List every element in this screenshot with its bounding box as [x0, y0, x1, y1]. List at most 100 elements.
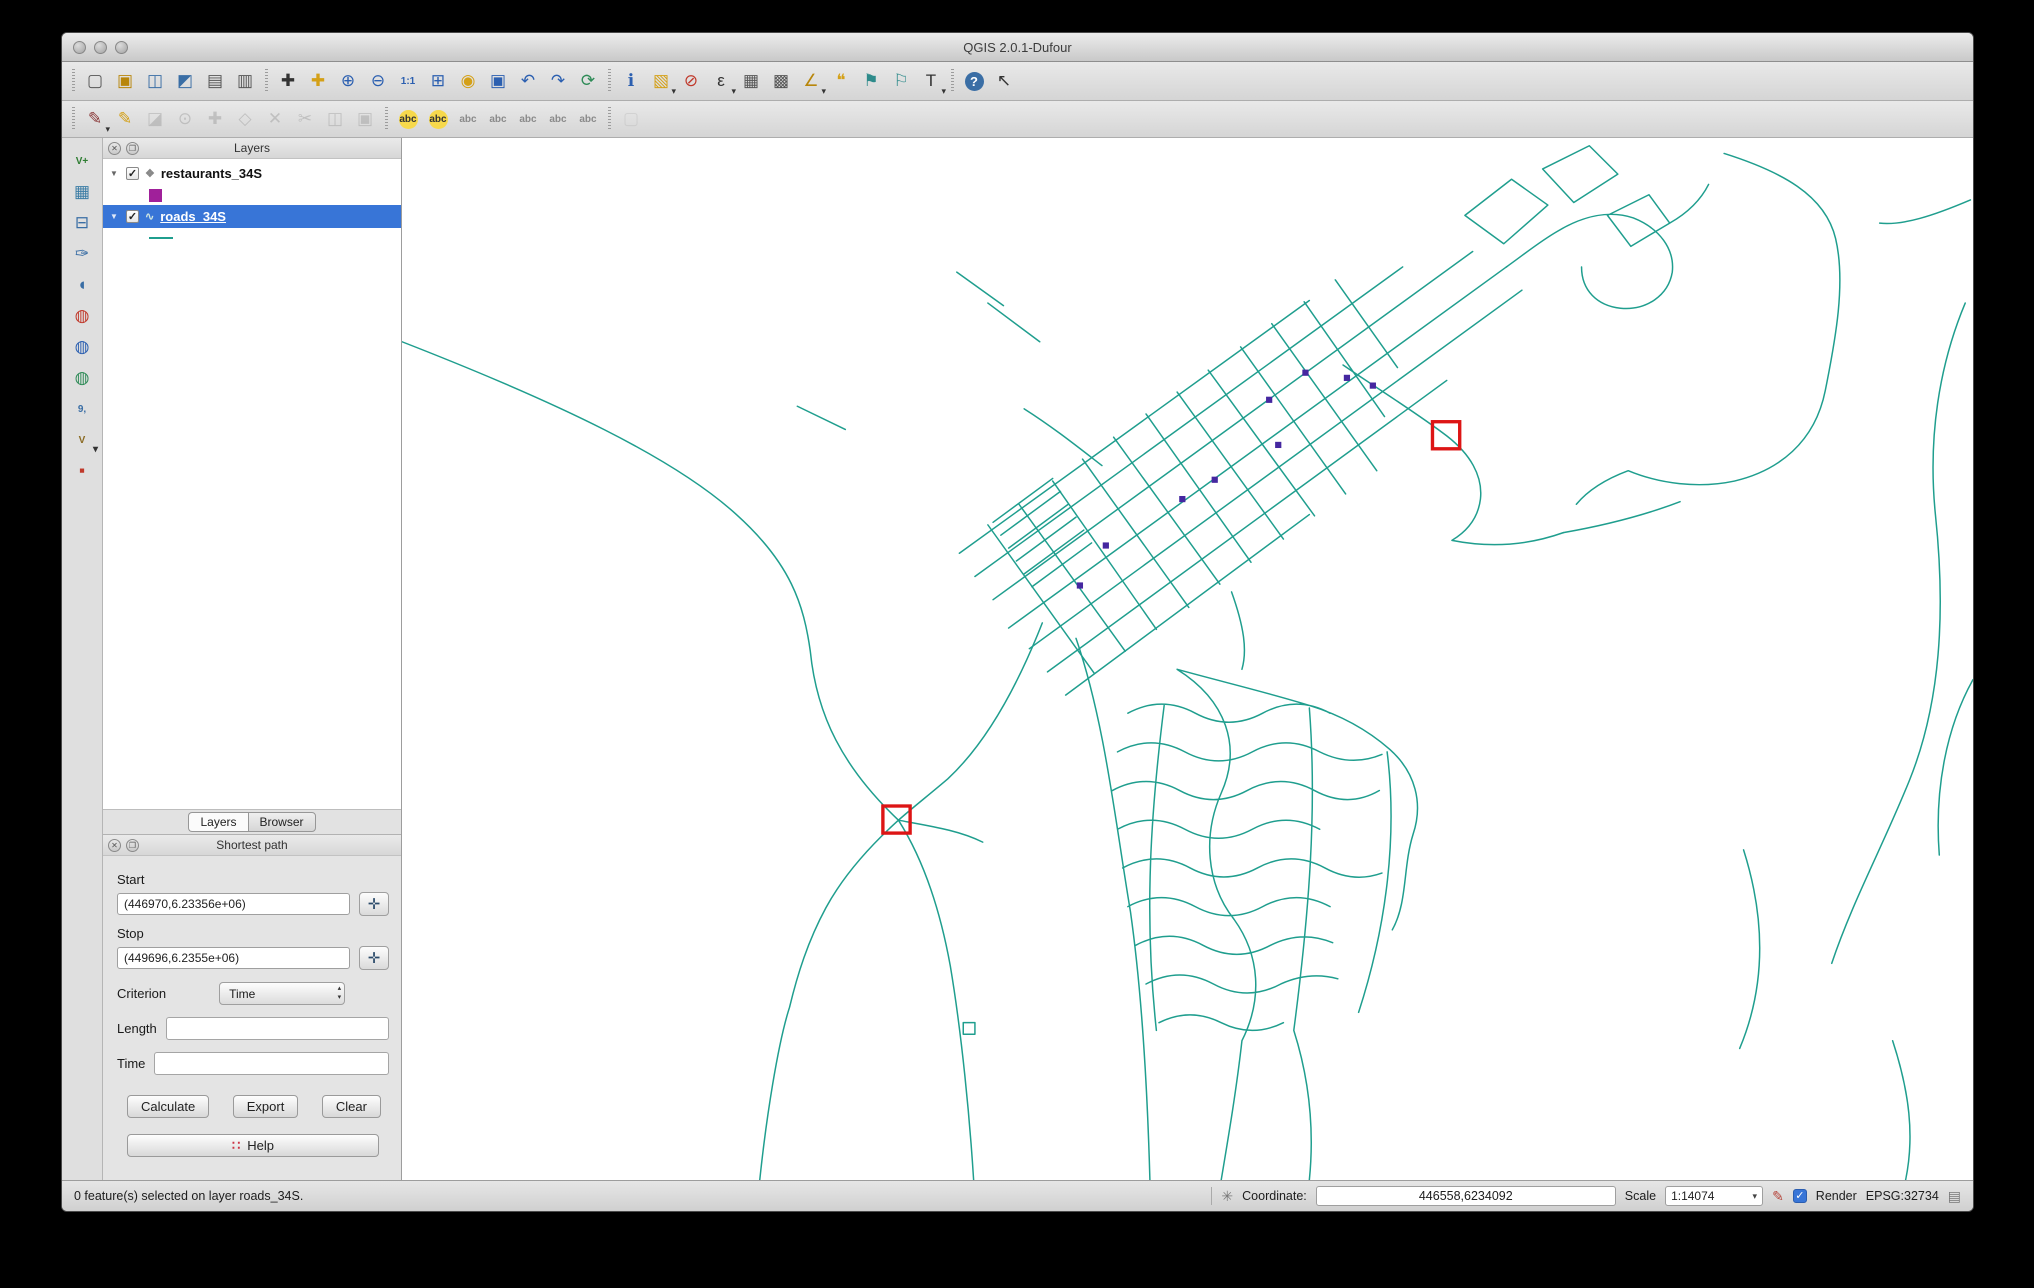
zoom-out-icon[interactable]: ⊖: [364, 67, 392, 95]
tracking-icon[interactable]: ✳: [1221, 1188, 1233, 1205]
label-rotate-icon[interactable]: abc: [544, 105, 572, 133]
redraw-icon[interactable]: ✎: [1772, 1188, 1784, 1205]
toolbar-handle[interactable]: [385, 107, 388, 131]
toolbar-handle[interactable]: [265, 69, 268, 93]
pan-map-icon[interactable]: ✚: [274, 67, 302, 95]
toolbar-handle[interactable]: [72, 69, 75, 93]
point-symbol-swatch: [149, 189, 162, 202]
expand-triangle-icon[interactable]: ▼: [110, 169, 120, 178]
layer-visibility-checkbox[interactable]: ✓: [126, 210, 139, 223]
render-checkbox[interactable]: ✓: [1793, 1189, 1807, 1203]
toolbar-handle[interactable]: [608, 69, 611, 93]
zoom-full-extent-icon[interactable]: ⊞: [424, 67, 452, 95]
zoom-next-icon[interactable]: ↷: [544, 67, 572, 95]
zoom-last-icon[interactable]: ↶: [514, 67, 542, 95]
pan-to-selection-icon[interactable]: ✚: [304, 67, 332, 95]
labeling-icon[interactable]: abc: [394, 105, 422, 133]
new-bookmark-icon[interactable]: ⚑: [857, 67, 885, 95]
help-contents-icon[interactable]: ?: [960, 67, 988, 95]
layer-visibility-checkbox[interactable]: ✓: [126, 167, 139, 180]
text-annotation-icon[interactable]: T▾: [917, 67, 945, 95]
add-wms-layer-icon[interactable]: ◍: [67, 334, 97, 360]
toolbar-handle[interactable]: [608, 107, 611, 131]
stop-input[interactable]: (449696,6.2355e+06): [117, 947, 350, 969]
scale-label: Scale: [1625, 1189, 1656, 1203]
layer-row-roads[interactable]: ▼ ✓ ∿ roads_34S: [103, 205, 401, 228]
label-pin-icon[interactable]: abc: [454, 105, 482, 133]
add-vector-layer-icon[interactable]: V+: [67, 148, 97, 174]
minimize-button[interactable]: [94, 41, 107, 54]
label-extra-icon: ▢: [617, 105, 645, 133]
criterion-label: Criterion: [117, 986, 166, 1001]
zoom-to-selection-icon[interactable]: ◉: [454, 67, 482, 95]
start-input[interactable]: (446970,6.23356e+06): [117, 893, 350, 915]
zoom-button[interactable]: [115, 41, 128, 54]
render-label: Render: [1816, 1189, 1857, 1203]
help-button[interactable]: ∷ Help: [127, 1134, 379, 1157]
label-properties-icon[interactable]: abc: [574, 105, 602, 133]
stop-capture-button[interactable]: ✛: [359, 946, 389, 970]
tab-layers[interactable]: Layers: [188, 812, 247, 832]
save-project-icon[interactable]: ◫: [141, 67, 169, 95]
add-delimited-text-layer-icon[interactable]: 9,: [67, 396, 97, 422]
toolbar-handle[interactable]: [72, 107, 75, 131]
window-controls: [62, 41, 128, 54]
composer-manager-icon[interactable]: ▥: [231, 67, 259, 95]
current-edits-icon[interactable]: ✎▾: [81, 105, 109, 133]
criterion-select[interactable]: Time ▴▾: [219, 982, 345, 1005]
add-postgis-layer-icon[interactable]: ⊟: [67, 210, 97, 236]
select-by-expression-icon[interactable]: ε▾: [707, 67, 735, 95]
add-mssql-layer-icon[interactable]: ◖: [67, 272, 97, 298]
new-print-composer-icon[interactable]: ▤: [201, 67, 229, 95]
start-capture-button[interactable]: ✛: [359, 892, 389, 916]
deselect-features-icon[interactable]: ⊘: [677, 67, 705, 95]
label-highlight-icon[interactable]: abc: [484, 105, 512, 133]
calculate-button[interactable]: Calculate: [127, 1095, 209, 1118]
close-button[interactable]: [73, 41, 86, 54]
time-label: Time: [117, 1056, 145, 1071]
zoom-in-icon[interactable]: ⊕: [334, 67, 362, 95]
label-move-icon[interactable]: abc: [514, 105, 542, 133]
select-features-icon[interactable]: ▧▾: [647, 67, 675, 95]
scale-combo[interactable]: 1:14074 ▾: [1665, 1186, 1763, 1206]
new-project-icon[interactable]: ▢: [81, 67, 109, 95]
open-project-icon[interactable]: ▣: [111, 67, 139, 95]
export-button[interactable]: Export: [233, 1095, 299, 1118]
expand-triangle-icon[interactable]: ▼: [110, 212, 120, 221]
paste-features-icon: ▣: [351, 105, 379, 133]
open-attribute-table-icon[interactable]: ▦: [737, 67, 765, 95]
add-spatialite-layer-icon[interactable]: ✑: [67, 241, 97, 267]
toolbar-handle[interactable]: [951, 69, 954, 93]
add-wcs-layer-icon[interactable]: ◍: [67, 365, 97, 391]
coordinate-input[interactable]: 446558,6234092: [1316, 1186, 1616, 1206]
label-selected-icon[interactable]: abc: [424, 105, 452, 133]
map-tips-icon[interactable]: ❝: [827, 67, 855, 95]
restaurant-point: [1275, 442, 1281, 448]
title-bar[interactable]: QGIS 2.0.1-Dufour: [62, 33, 1973, 62]
time-input[interactable]: [154, 1052, 389, 1075]
add-feature-icon: ⊙: [171, 105, 199, 133]
messages-icon[interactable]: ▤: [1948, 1188, 1961, 1205]
measure-icon[interactable]: ∠▾: [797, 67, 825, 95]
new-shapefile-layer-icon[interactable]: V▾: [67, 427, 97, 453]
restaurant-point: [1370, 383, 1376, 389]
map-canvas[interactable]: [402, 138, 1973, 1180]
line-symbol-swatch: [149, 237, 173, 239]
layer-row-restaurants[interactable]: ▼ ✓ ❖ restaurants_34S: [103, 162, 401, 185]
field-calculator-icon[interactable]: ▩: [767, 67, 795, 95]
add-oracle-layer-icon[interactable]: ◍: [67, 303, 97, 329]
length-input[interactable]: [166, 1017, 389, 1040]
refresh-map-icon[interactable]: ⟳: [574, 67, 602, 95]
window-title: QGIS 2.0.1-Dufour: [62, 40, 1973, 55]
save-project-as-icon[interactable]: ◩: [171, 67, 199, 95]
tab-browser[interactable]: Browser: [248, 812, 316, 832]
show-bookmarks-icon[interactable]: ⚐: [887, 67, 915, 95]
identify-features-icon[interactable]: ℹ: [617, 67, 645, 95]
remove-layer-icon[interactable]: ▪: [67, 458, 97, 484]
whats-this-icon[interactable]: ↖: [990, 67, 1018, 95]
add-raster-layer-icon[interactable]: ▦: [67, 179, 97, 205]
zoom-actual-size-icon[interactable]: 1:1: [394, 67, 422, 95]
toggle-editing-icon[interactable]: ✎: [111, 105, 139, 133]
clear-button[interactable]: Clear: [322, 1095, 381, 1118]
zoom-to-layer-icon[interactable]: ▣: [484, 67, 512, 95]
